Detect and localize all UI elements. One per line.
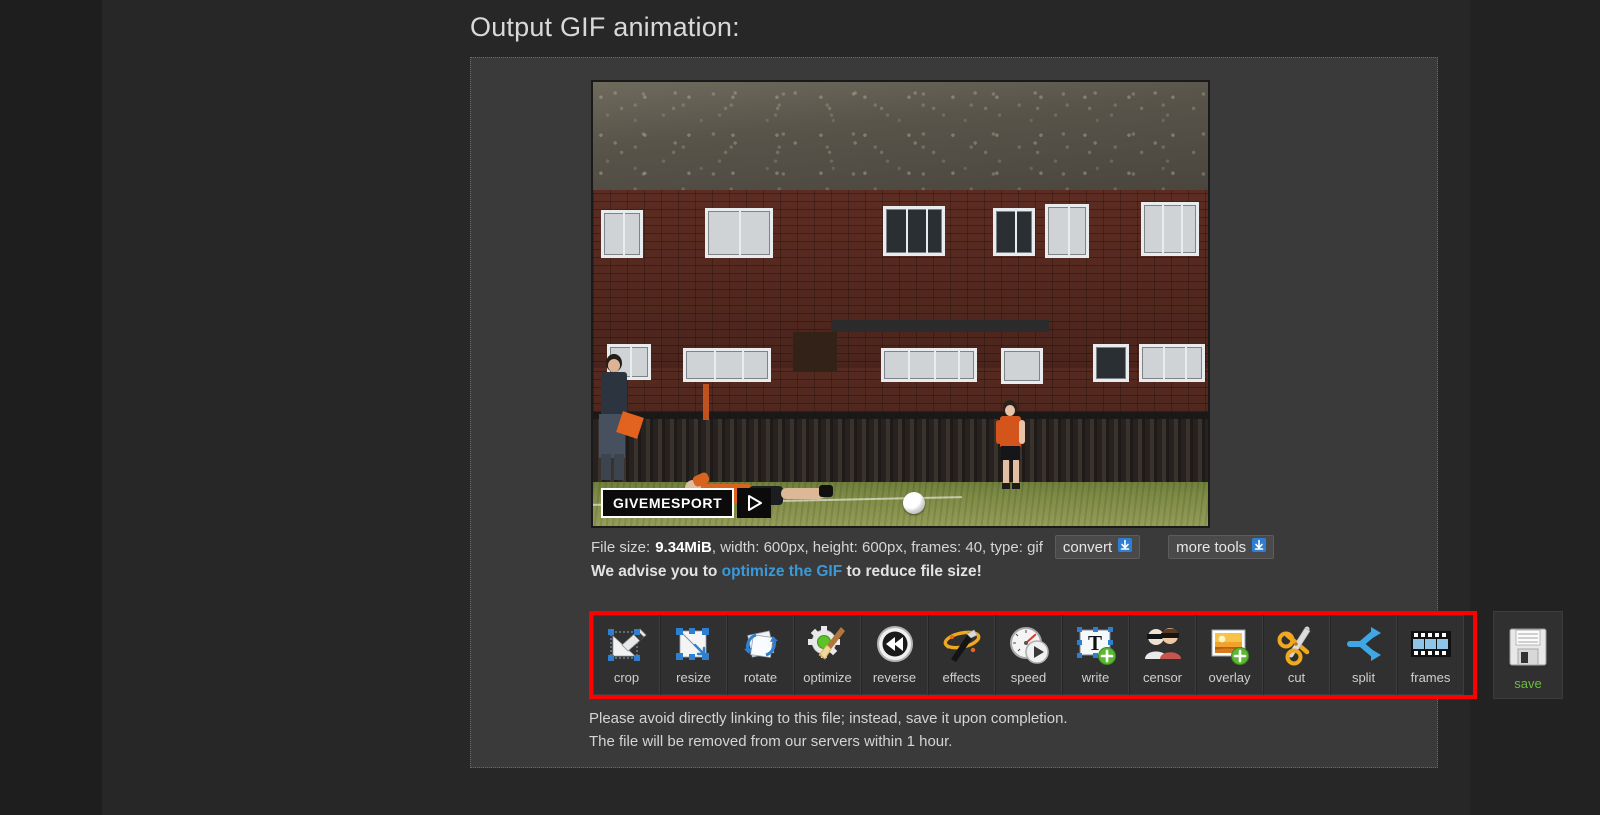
rewind-icon [871, 621, 919, 669]
more-tools-button[interactable]: more tools [1168, 535, 1275, 559]
save-label: save [1514, 676, 1542, 691]
page-title: Output GIF animation: [470, 12, 740, 42]
tool-optimize[interactable]: optimize [794, 615, 861, 695]
play-triangle-icon[interactable] [737, 488, 772, 518]
tool-label: resize [676, 670, 711, 685]
tool-speed[interactable]: speed [995, 615, 1062, 695]
resize-icon [670, 621, 718, 669]
tool-label: censor [1142, 670, 1183, 685]
tool-resize[interactable]: resize [660, 615, 727, 695]
window [1141, 202, 1199, 256]
tool-label: reverse [872, 670, 917, 685]
tool-frames[interactable]: frames [1397, 615, 1464, 695]
player-standing [991, 400, 1031, 490]
result-panel: GIVEMESPORT File size: 9.34MiB , width: … [470, 57, 1563, 768]
tool-reverse[interactable]: reverse [861, 615, 928, 695]
download-arrow-icon [1118, 538, 1133, 556]
image-add-icon [1206, 621, 1254, 669]
floppy-disk-icon [1503, 622, 1553, 672]
advise-suffix: to reduce file size! [842, 563, 982, 580]
tool-label: crop [613, 670, 640, 685]
file-size-label: File size: [591, 538, 651, 556]
player-linesman [597, 354, 644, 482]
lintel [831, 320, 1049, 332]
tool-label: split [1351, 670, 1376, 685]
advise-prefix: We advise you to [591, 563, 722, 580]
watermark: GIVEMESPORT [601, 488, 772, 518]
magic-wand-icon [938, 621, 986, 669]
tool-split[interactable]: split [1330, 615, 1397, 695]
tool-label: optimize [803, 670, 852, 685]
left-gutter [0, 0, 102, 815]
file-dimensions-text: , width: 600px, height: 600px, frames: 4… [711, 538, 1043, 556]
optimize-gif-link[interactable]: optimize the GIF [722, 563, 843, 580]
window [1045, 204, 1089, 258]
film-strip-icon [1407, 621, 1455, 669]
split-arrows-icon [1340, 621, 1388, 669]
convert-button[interactable]: convert [1054, 535, 1141, 559]
convert-label: convert [1062, 538, 1113, 556]
tool-write[interactable]: T write [1062, 615, 1129, 695]
scissors-icon [1273, 621, 1321, 669]
tool-crop[interactable]: crop [593, 615, 660, 695]
page-body: Output GIF animation: GIVEMESPORT File s… [102, 0, 1563, 815]
edit-toolbar: crop resize rotate optimize reverse effe… [593, 615, 1464, 695]
tool-label: frames [1410, 670, 1451, 685]
page-root: Output GIF animation: GIVEMESPORT File s… [0, 0, 1600, 815]
corner-flag [703, 384, 709, 420]
tool-label: rotate [743, 670, 778, 685]
file-size-value: 9.34MiB [655, 538, 712, 556]
tool-effects[interactable]: effects [928, 615, 995, 695]
roof [593, 82, 1208, 192]
tool-cut[interactable]: cut [1263, 615, 1330, 695]
tool-label: overlay [1208, 670, 1251, 685]
window [683, 348, 771, 382]
tool-rotate[interactable]: rotate [727, 615, 794, 695]
window [883, 206, 945, 256]
optimize-gear-broom-icon [804, 621, 852, 669]
advise-line: We advise you to optimize the GIF to red… [591, 563, 982, 581]
file-info-line: File size: 9.34MiB , width: 600px, heigh… [591, 535, 1275, 559]
tool-censor[interactable]: censor [1129, 615, 1196, 695]
window [705, 208, 773, 258]
preview-scene: GIVEMESPORT [593, 82, 1208, 526]
download-arrow-icon [1252, 538, 1267, 556]
doorway [793, 332, 837, 372]
text-add-icon: T [1072, 621, 1120, 669]
window [993, 208, 1035, 256]
window [601, 210, 643, 258]
window [1139, 344, 1205, 382]
gif-preview[interactable]: GIVEMESPORT [591, 80, 1210, 528]
window [1001, 348, 1043, 384]
window [881, 348, 977, 382]
tool-overlay[interactable]: overlay [1196, 615, 1263, 695]
note-retention: The file will be removed from our server… [589, 733, 953, 750]
tool-label: speed [1010, 670, 1047, 685]
rotate-icon [737, 621, 785, 669]
more-tools-label: more tools [1176, 538, 1247, 556]
note-linking: Please avoid directly linking to this fi… [589, 710, 1068, 727]
crop-icon [603, 621, 651, 669]
tool-label: write [1081, 670, 1110, 685]
window [1093, 344, 1129, 382]
censor-faces-icon [1139, 621, 1187, 669]
football [903, 492, 925, 514]
speedometer-icon [1005, 621, 1053, 669]
tool-label: cut [1287, 670, 1306, 685]
save-button[interactable]: save [1493, 611, 1563, 699]
watermark-text: GIVEMESPORT [601, 488, 735, 518]
tool-label: effects [942, 670, 981, 685]
